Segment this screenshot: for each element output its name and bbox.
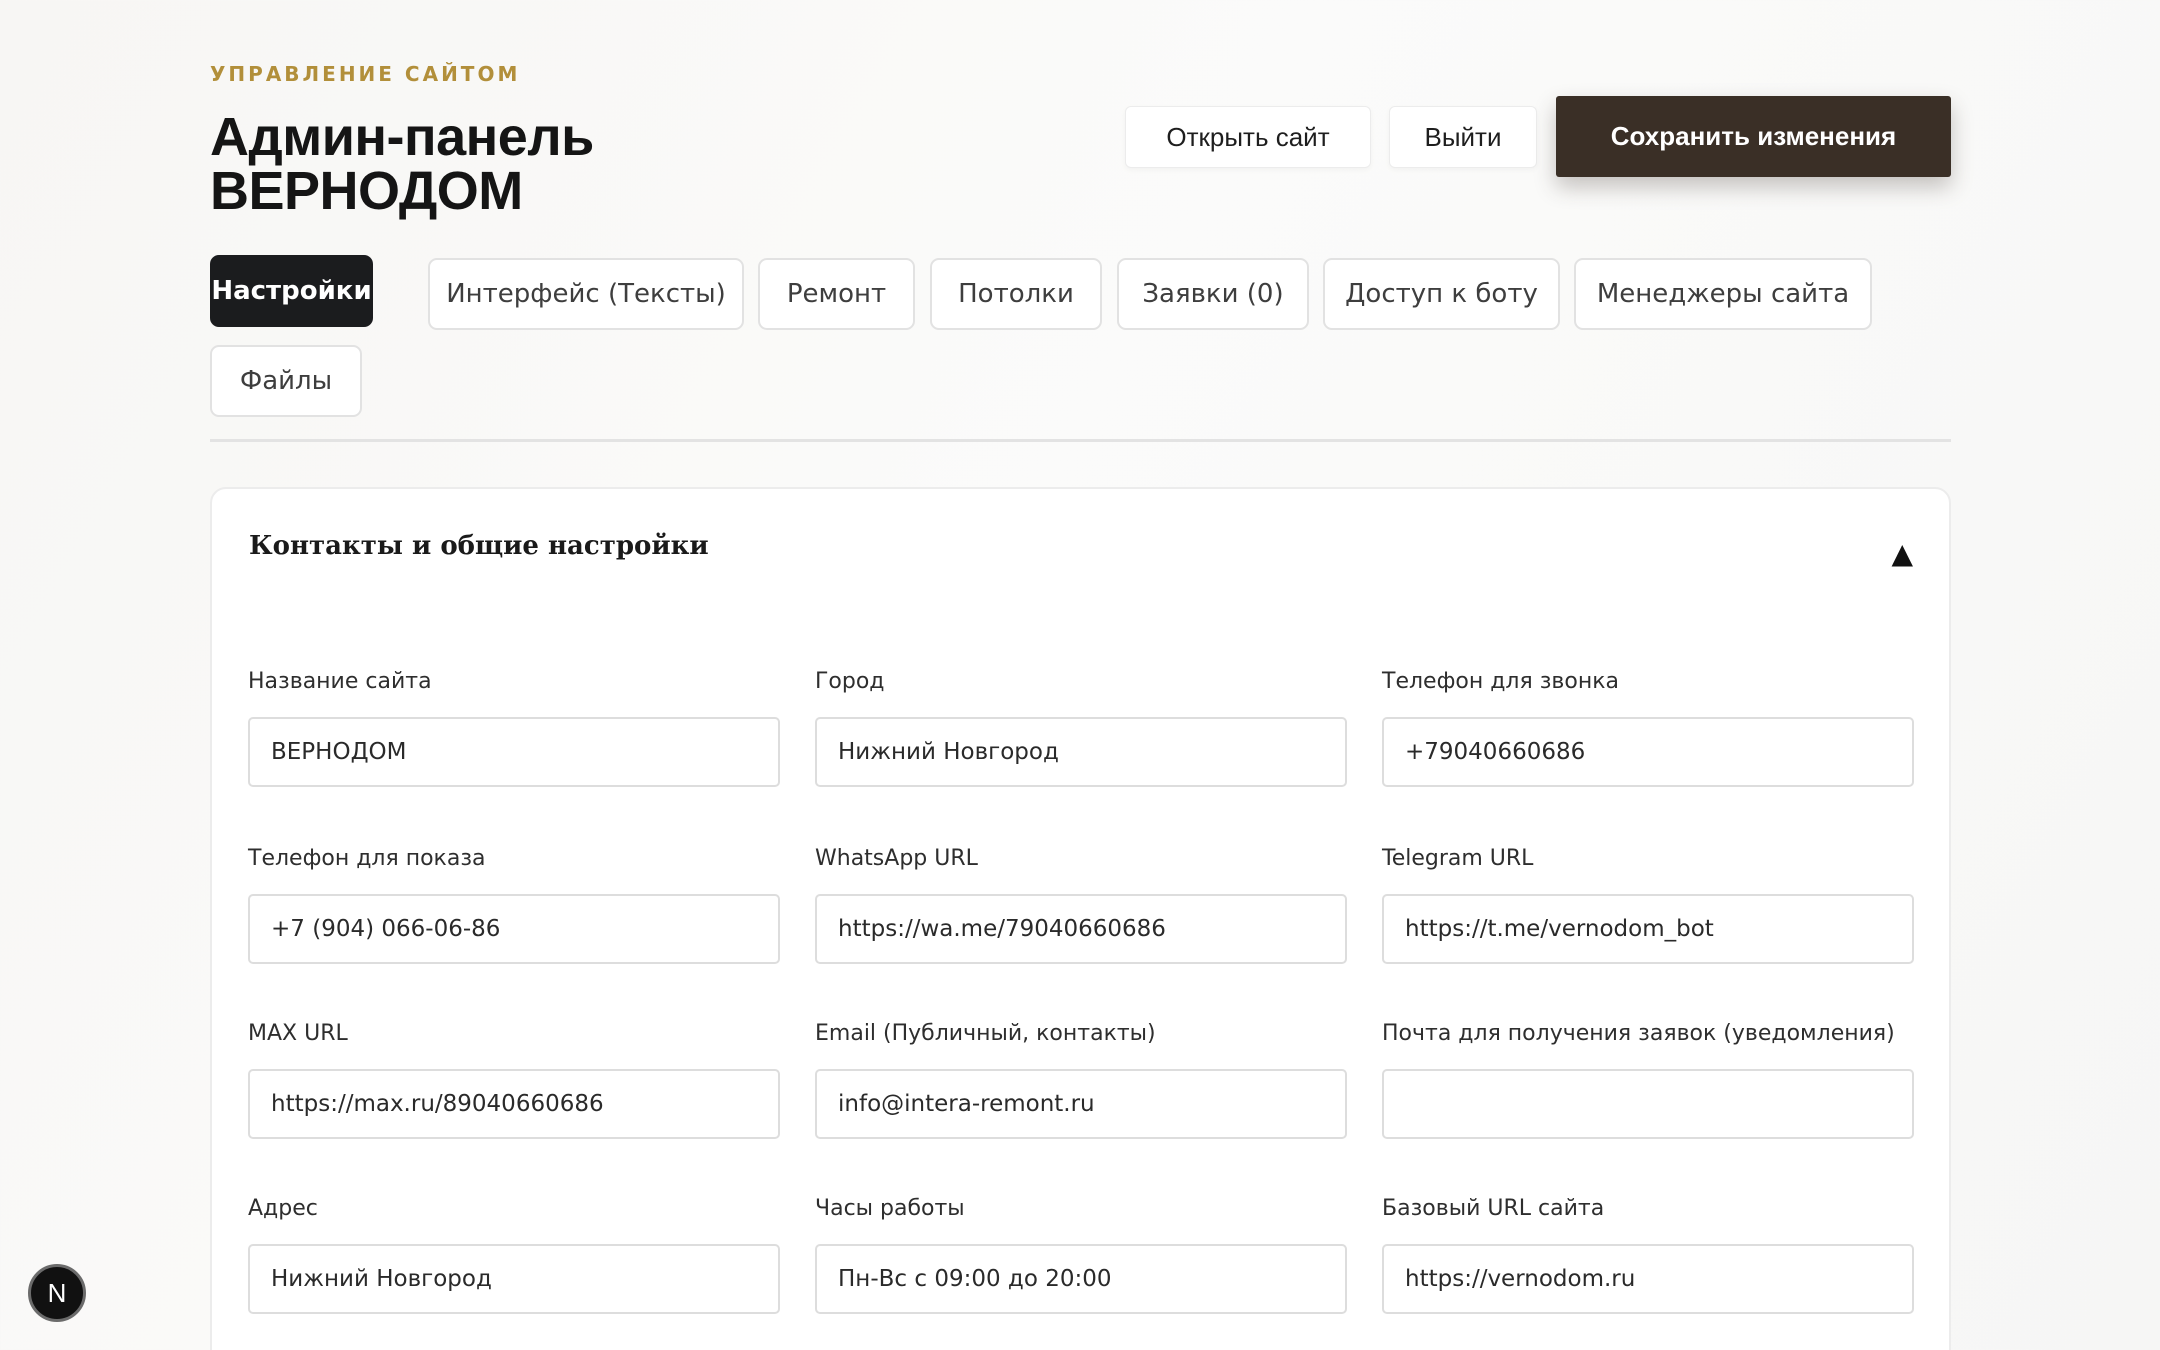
field-telegram-url: Telegram URL	[1382, 846, 1914, 964]
page-eyebrow: УПРАВЛЕНИЕ САЙТОМ	[210, 62, 521, 86]
field-whatsapp-url: WhatsApp URL	[815, 846, 1347, 964]
page-title: Админ-панель ВЕРНОДОМ	[210, 107, 594, 221]
field-label: Адрес	[248, 1196, 318, 1221]
base-url-input[interactable]	[1382, 1244, 1914, 1314]
tab-ceilings[interactable]: Потолки	[930, 258, 1102, 330]
address-input[interactable]	[248, 1244, 780, 1314]
field-notification-email: Почта для получения заявок (уведомления)	[1382, 1021, 1914, 1139]
open-site-button[interactable]: Открыть сайт	[1125, 106, 1371, 168]
field-label: Почта для получения заявок (уведомления)	[1382, 1021, 1895, 1046]
field-call-phone: Телефон для звонка	[1382, 669, 1914, 787]
field-label: Часы работы	[815, 1196, 965, 1221]
max-url-input[interactable]	[248, 1069, 780, 1139]
field-label: Телефон для показа	[248, 846, 486, 871]
field-address: Адрес	[248, 1196, 780, 1314]
city-input[interactable]	[815, 717, 1347, 787]
collapse-triangle-icon[interactable]: ▲	[1891, 537, 1913, 570]
working-hours-input[interactable]	[815, 1244, 1347, 1314]
field-label: Telegram URL	[1382, 846, 1534, 871]
field-label: Базовый URL сайта	[1382, 1196, 1605, 1221]
field-base-url: Базовый URL сайта	[1382, 1196, 1914, 1314]
field-public-email: Email (Публичный, контакты)	[815, 1021, 1347, 1139]
field-label: WhatsApp URL	[815, 846, 978, 871]
display-phone-input[interactable]	[248, 894, 780, 964]
tab-files[interactable]: Файлы	[210, 345, 362, 417]
field-display-phone: Телефон для показа	[248, 846, 780, 964]
field-city: Город	[815, 669, 1347, 787]
save-changes-button[interactable]: Сохранить изменения	[1556, 96, 1951, 177]
telegram-url-input[interactable]	[1382, 894, 1914, 964]
tab-bot-access[interactable]: Доступ к боту	[1323, 258, 1560, 330]
whatsapp-url-input[interactable]	[815, 894, 1347, 964]
field-label: Город	[815, 669, 885, 694]
field-label: MAX URL	[248, 1021, 348, 1046]
public-email-input[interactable]	[815, 1069, 1347, 1139]
contacts-settings-card: Контакты и общие настройки ▲ Название са…	[210, 487, 1951, 1350]
tab-interface-texts[interactable]: Интерфейс (Тексты)	[428, 258, 744, 330]
call-phone-input[interactable]	[1382, 717, 1914, 787]
field-label: Телефон для звонка	[1382, 669, 1619, 694]
field-working-hours: Часы работы	[815, 1196, 1347, 1314]
site-name-input[interactable]	[248, 717, 780, 787]
tab-repair[interactable]: Ремонт	[758, 258, 915, 330]
notification-email-input[interactable]	[1382, 1069, 1914, 1139]
field-site-name: Название сайта	[248, 669, 780, 787]
section-title: Контакты и общие настройки	[249, 531, 709, 561]
field-label: Название сайта	[248, 669, 432, 694]
nextjs-dev-badge-icon[interactable]: N	[28, 1264, 86, 1322]
field-max-url: MAX URL	[248, 1021, 780, 1139]
tab-site-managers[interactable]: Менеджеры сайта	[1574, 258, 1872, 330]
logout-button[interactable]: Выйти	[1389, 106, 1537, 168]
tab-requests[interactable]: Заявки (0)	[1117, 258, 1309, 330]
tab-settings[interactable]: Настройки	[210, 255, 373, 327]
tabs-divider	[210, 439, 1951, 442]
field-label: Email (Публичный, контакты)	[815, 1021, 1156, 1046]
